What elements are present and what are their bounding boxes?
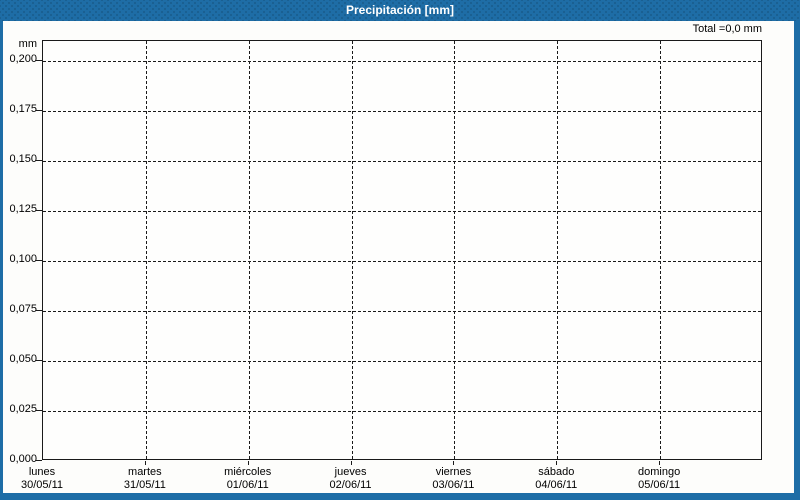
x-label-day: jueves: [334, 466, 367, 478]
x-axis-ticks: [42, 461, 762, 465]
x-label-day: domingo: [638, 466, 681, 478]
y-tick-label: 0,025: [9, 403, 37, 415]
x-tick-mark: [659, 461, 661, 465]
x-label-date: 03/06/11: [432, 479, 475, 491]
y-tick-label: 0,100: [9, 253, 37, 265]
y-axis-labels: mm 0,000 0,025 0,050 0,075 0,100 0,125 0,150 0,…: [0, 38, 37, 465]
x-label-day: lunes: [28, 466, 56, 478]
x-tick-mark: [453, 461, 455, 465]
total-label: Total =0,0 mm: [692, 23, 762, 35]
x-label-date: 30/05/11: [20, 479, 63, 491]
y-tick-label: 0,000: [9, 453, 37, 465]
x-label-date: 31/05/11: [123, 479, 166, 491]
y-tick-label: 0,075: [9, 303, 37, 315]
x-label-date: 05/06/11: [638, 479, 681, 491]
x-label-day: viernes: [435, 466, 472, 478]
x-axis-labels: lunes 30/05/11 martes 31/05/11 miércoles 01/0…: [21, 466, 762, 493]
window-titlebar: Precipitación [mm]: [0, 0, 800, 21]
plot-area: [42, 40, 762, 460]
x-tick-mark: [350, 461, 352, 465]
y-tick-label: 0,150: [9, 153, 37, 165]
window-title: Precipitación [mm]: [345, 3, 455, 17]
x-tick-mark: [144, 461, 146, 465]
x-tick-label: viernes 03/06/11: [408, 466, 498, 492]
x-label-day: miércoles: [224, 466, 272, 478]
x-tick-label: jueves 02/06/11: [306, 466, 396, 492]
x-tick-label: lunes 30/05/11: [0, 466, 87, 492]
x-label-day: martes: [128, 466, 162, 478]
x-tick-label: domingo 05/06/11: [614, 466, 704, 492]
x-tick-mark: [556, 461, 558, 465]
x-tick-label: martes 31/05/11: [100, 466, 190, 492]
x-label-date: 04/06/11: [535, 479, 578, 491]
window-border-bottom: [0, 493, 800, 500]
x-label-date: 02/06/11: [329, 479, 372, 491]
y-tick-label: 0,050: [9, 353, 37, 365]
y-tick-label: 0,125: [9, 203, 37, 215]
x-label-day: sábado: [538, 466, 575, 478]
window-border-right: [794, 21, 800, 500]
y-tick-label: 0,200: [9, 53, 37, 65]
x-tick-mark: [247, 461, 249, 465]
bars-layer: [43, 41, 761, 459]
y-axis-unit-label: mm: [18, 38, 37, 50]
window-border-left: [0, 21, 3, 500]
x-tick-label: miércoles 01/06/11: [203, 466, 293, 492]
y-tick-label: 0,175: [9, 103, 37, 115]
precipitation-chart-window: Precipitación [mm] Total =0,0 mm mm 0,00…: [0, 0, 800, 500]
x-label-date: 01/06/11: [226, 479, 269, 491]
x-tick-label: sábado 04/06/11: [511, 466, 601, 492]
